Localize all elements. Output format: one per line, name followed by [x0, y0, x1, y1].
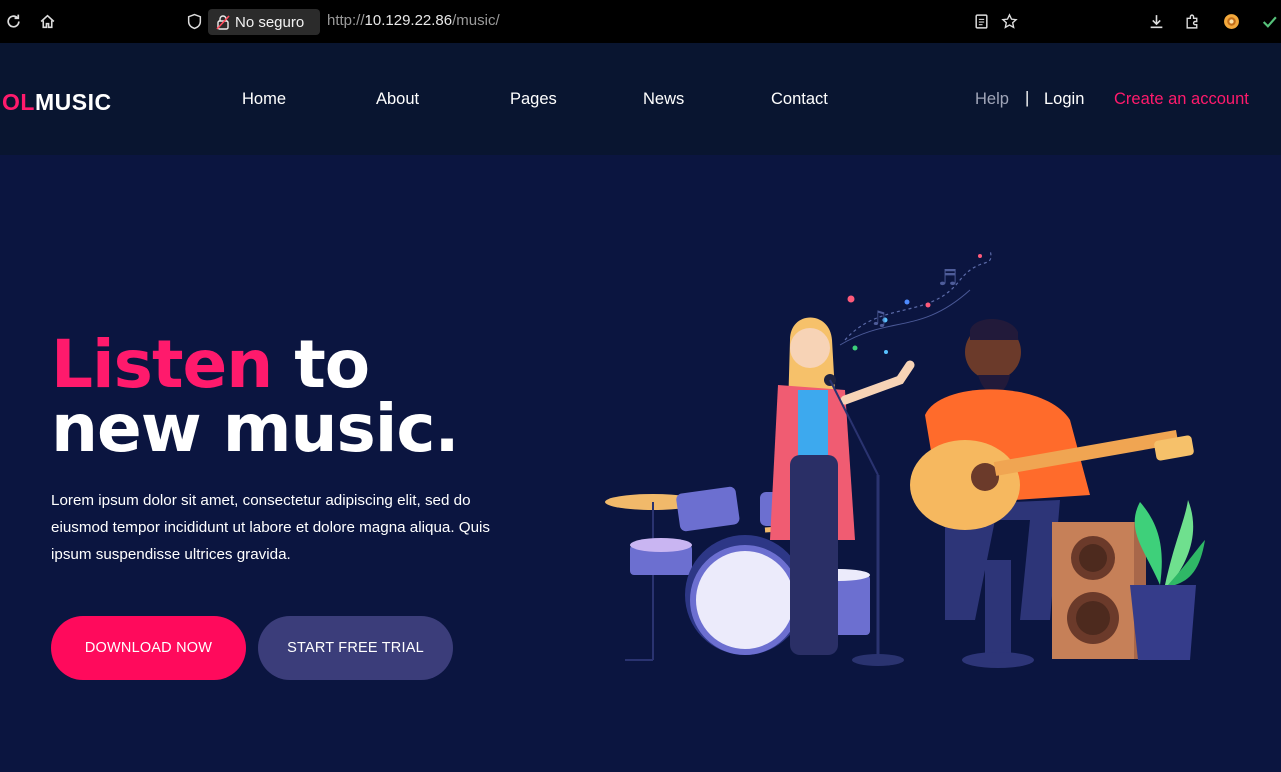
nav-about[interactable]: About: [376, 90, 419, 109]
security-label: No seguro: [235, 13, 305, 31]
insecure-lock-icon: [216, 14, 230, 30]
reload-icon[interactable]: [4, 12, 22, 30]
browser-toolbar: No seguro http://10.129.22.86/music/: [0, 0, 1281, 43]
url-bar[interactable]: http://10.129.22.86/music/: [327, 12, 500, 29]
security-badge[interactable]: No seguro: [208, 9, 320, 35]
help-link[interactable]: Help: [975, 90, 1009, 109]
shield-icon[interactable]: [185, 12, 203, 30]
nav-separator: |: [1025, 89, 1030, 107]
logo-accent: OL: [2, 89, 35, 115]
login-link[interactable]: Login: [1044, 90, 1084, 109]
url-host: 10.129.22.86: [364, 12, 453, 29]
hero-description: Lorem ipsum dolor sit amet, consectetur …: [51, 492, 491, 563]
reader-view-icon[interactable]: [972, 12, 990, 30]
band-illustration: ♫ ♬: [605, 249, 1205, 668]
bookmark-star-icon[interactable]: [1000, 12, 1018, 30]
checkmark-icon[interactable]: [1260, 12, 1278, 30]
nav-pages[interactable]: Pages: [510, 90, 557, 109]
nav-news[interactable]: News: [643, 90, 684, 109]
extensions-icon[interactable]: [1183, 12, 1201, 30]
download-now-button[interactable]: DOWNLOAD NOW: [51, 616, 246, 680]
hero-title-line2: new music.: [51, 390, 460, 467]
create-account-link[interactable]: Create an account: [1114, 90, 1249, 109]
site-header: OLMUSIC Home About Pages News Contact He…: [0, 43, 1281, 155]
hero-title: Listen to new music.: [51, 332, 460, 462]
svg-text:♬: ♬: [938, 266, 958, 291]
start-free-trial-button[interactable]: START FREE TRIAL: [258, 616, 453, 680]
downloads-icon[interactable]: [1147, 12, 1165, 30]
svg-text:♫: ♫: [870, 306, 888, 330]
url-scheme: http://: [327, 12, 365, 29]
logo-rest: MUSIC: [34, 89, 112, 115]
url-path: /music/: [452, 12, 500, 29]
home-icon[interactable]: [38, 12, 56, 30]
site-logo[interactable]: OLMUSIC: [2, 89, 112, 116]
nav-home[interactable]: Home: [242, 90, 286, 109]
nav-contact[interactable]: Contact: [771, 90, 828, 109]
profile-avatar-icon[interactable]: [1222, 12, 1240, 30]
